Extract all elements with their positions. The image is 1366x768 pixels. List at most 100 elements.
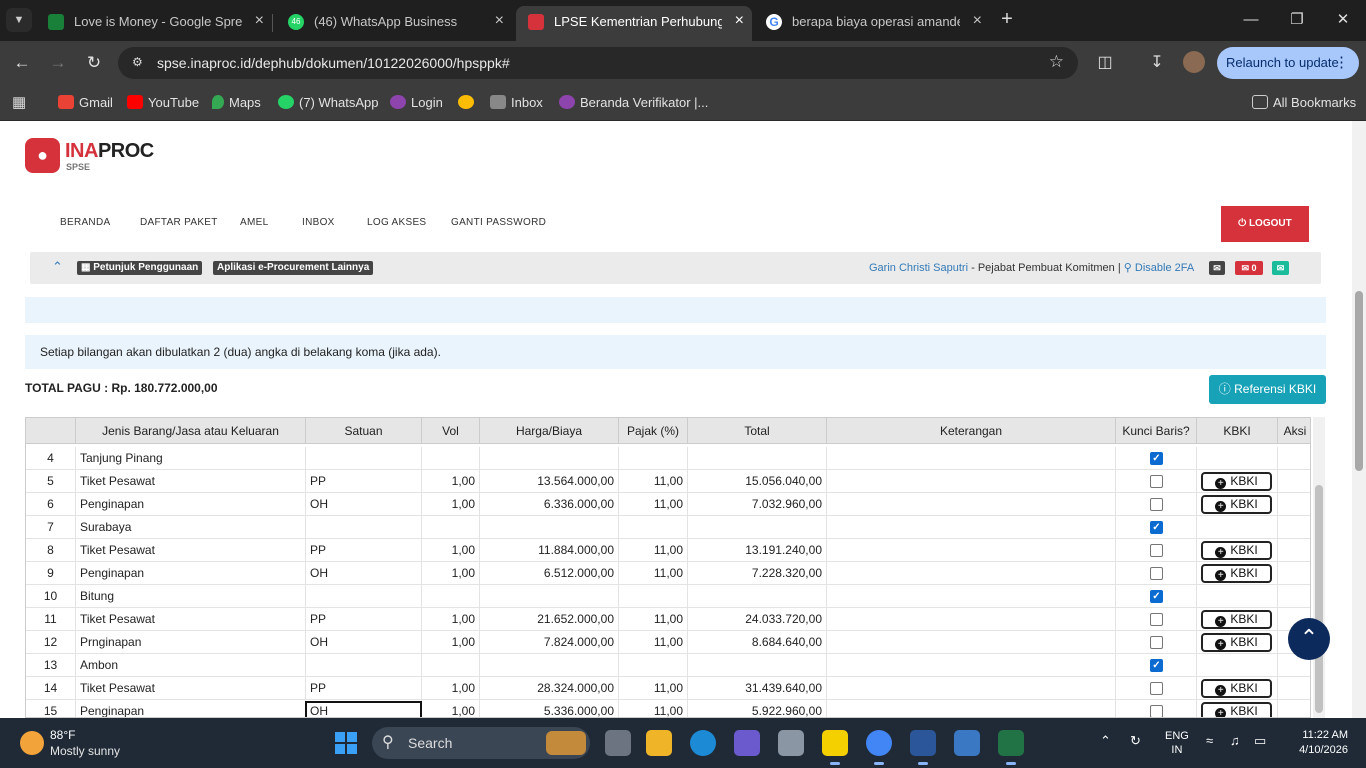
language-indicator[interactable]: ENG IN bbox=[1165, 729, 1189, 757]
cell-jenis[interactable]: Tiket Pesawat bbox=[76, 470, 306, 493]
cell-keterangan[interactable] bbox=[827, 608, 1116, 631]
kbki-button[interactable]: + KBKI bbox=[1201, 633, 1272, 652]
lock-row-checkbox[interactable] bbox=[1150, 636, 1163, 649]
col-header-vol[interactable]: Vol bbox=[422, 418, 480, 444]
cell-total[interactable] bbox=[688, 447, 827, 470]
nav-amel[interactable]: AMEL bbox=[240, 217, 268, 228]
cell-harga[interactable]: 6.336.000,00 bbox=[480, 493, 619, 516]
kbki-button[interactable]: + KBKI bbox=[1201, 564, 1272, 583]
apps-link[interactable]: Aplikasi e-Procurement Lainnya bbox=[213, 261, 374, 275]
cell-satuan[interactable]: PP bbox=[306, 677, 422, 700]
lock-row-checkbox-checked[interactable]: ✓ bbox=[1150, 452, 1163, 465]
cell-satuan[interactable]: PP bbox=[306, 608, 422, 631]
cell-aksi[interactable] bbox=[1278, 493, 1310, 516]
cell-harga[interactable]: 7.824.000,00 bbox=[480, 631, 619, 654]
cell-keterangan[interactable] bbox=[827, 447, 1116, 470]
table-row[interactable]: 14 Tiket Pesawat PP 1,00 28.324.000,00 11,00 3… bbox=[26, 677, 1310, 700]
cell-pajak[interactable]: 11,00 bbox=[619, 493, 688, 516]
bookmark-whatsapp[interactable]: (7) WhatsApp bbox=[278, 92, 378, 114]
cell-vol[interactable]: 1,00 bbox=[422, 493, 480, 516]
cell-jenis[interactable]: Bitung bbox=[76, 585, 306, 608]
new-tab-button[interactable]: + bbox=[996, 8, 1018, 32]
back-to-top-button[interactable]: ⌃ bbox=[1288, 618, 1330, 660]
cell-total[interactable]: 7.228.320,00 bbox=[688, 562, 827, 585]
cell-harga[interactable]: 11.884.000,00 bbox=[480, 539, 619, 562]
cell-pajak[interactable]: 11,00 bbox=[619, 608, 688, 631]
close-tab-icon[interactable]: × bbox=[255, 12, 264, 30]
referensi-kbki-button[interactable]: ⓘ Referensi KBKI bbox=[1209, 375, 1326, 404]
cell-pajak[interactable]: 11,00 bbox=[619, 677, 688, 700]
cell-satuan[interactable]: OH bbox=[306, 493, 422, 516]
tab-lpse[interactable]: LPSE Kementrian Perhubungan × bbox=[516, 6, 752, 41]
lock-row-checkbox-checked[interactable]: ✓ bbox=[1150, 590, 1163, 603]
windows-start-button[interactable] bbox=[335, 732, 357, 754]
lock-row-checkbox[interactable] bbox=[1150, 682, 1163, 695]
cell-aksi[interactable] bbox=[1278, 585, 1310, 608]
address-bar[interactable]: ⚙ spse.inaproc.id/dephub/dokumen/1012202… bbox=[118, 47, 1078, 79]
bookmark-photos[interactable] bbox=[458, 92, 479, 114]
site-info-icon[interactable]: ⚙ bbox=[132, 55, 148, 71]
profile-avatar[interactable] bbox=[1183, 51, 1205, 73]
table-row[interactable]: 11 Tiket Pesawat PP 1,00 21.652.000,00 11,00 2… bbox=[26, 608, 1310, 631]
cell-aksi[interactable] bbox=[1278, 470, 1310, 493]
kbki-button[interactable]: + KBKI bbox=[1201, 495, 1272, 514]
lock-row-checkbox[interactable] bbox=[1150, 475, 1163, 488]
cell-jenis[interactable]: Tiket Pesawat bbox=[76, 539, 306, 562]
user-name[interactable]: Garin Christi Saputri bbox=[869, 262, 968, 274]
cell-pajak[interactable]: 11,00 bbox=[619, 631, 688, 654]
cell-satuan[interactable] bbox=[306, 654, 422, 677]
cell-harga[interactable] bbox=[480, 516, 619, 539]
file-explorer-icon[interactable] bbox=[646, 730, 672, 756]
close-tab-icon[interactable]: × bbox=[973, 12, 982, 30]
cell-aksi[interactable] bbox=[1278, 700, 1310, 717]
cell-keterangan[interactable] bbox=[827, 654, 1116, 677]
bookmark-inbox[interactable]: Inbox bbox=[490, 92, 543, 114]
weather-desc[interactable]: Mostly sunny bbox=[50, 744, 120, 758]
sync-icon[interactable]: ↻ bbox=[1130, 733, 1141, 749]
lock-row-checkbox[interactable] bbox=[1150, 567, 1163, 580]
cell-vol[interactable]: 1,00 bbox=[422, 700, 480, 717]
nav-daftar-paket[interactable]: DAFTAR PAKET bbox=[140, 217, 218, 228]
relaunch-button[interactable]: Relaunch to update ⋮ bbox=[1217, 47, 1359, 79]
cell-satuan[interactable]: PP bbox=[306, 539, 422, 562]
cell-pajak[interactable]: 11,00 bbox=[619, 470, 688, 493]
col-header-satuan[interactable]: Satuan bbox=[306, 418, 422, 444]
cell-vol[interactable] bbox=[422, 516, 480, 539]
tab-search-button[interactable]: ▼ bbox=[6, 8, 32, 32]
cell-keterangan[interactable] bbox=[827, 677, 1116, 700]
cell-satuan[interactable]: PP bbox=[306, 470, 422, 493]
cell-harga[interactable]: 6.512.000,00 bbox=[480, 562, 619, 585]
all-bookmarks[interactable]: All Bookmarks bbox=[1252, 92, 1356, 114]
task-view-icon[interactable] bbox=[605, 730, 631, 756]
cell-satuan[interactable]: OH bbox=[306, 562, 422, 585]
cell-aksi[interactable] bbox=[1278, 562, 1310, 585]
disable-2fa-link[interactable]: Disable 2FA bbox=[1135, 262, 1194, 274]
col-header-harga[interactable]: Harga/Biaya bbox=[480, 418, 619, 444]
cell-total[interactable]: 7.032.960,00 bbox=[688, 493, 827, 516]
close-window-button[interactable]: ✕ bbox=[1320, 8, 1366, 32]
logout-button[interactable]: ⏻ LOGOUT bbox=[1221, 206, 1309, 242]
cell-vol[interactable]: 1,00 bbox=[422, 677, 480, 700]
table-scrollbar-thumb[interactable] bbox=[1315, 485, 1323, 713]
bookmark-login[interactable]: Login bbox=[390, 92, 443, 114]
cell-pajak[interactable]: 11,00 bbox=[619, 539, 688, 562]
close-tab-icon[interactable]: × bbox=[495, 12, 504, 30]
guide-link[interactable]: ▦ Petunjuk Penggunaan bbox=[77, 261, 203, 275]
excel-icon[interactable] bbox=[998, 730, 1024, 765]
taskbar-search[interactable]: ⚲ Search bbox=[372, 727, 590, 759]
cell-vol[interactable]: 1,00 bbox=[422, 631, 480, 654]
cell-jenis[interactable]: Penginapan bbox=[76, 493, 306, 516]
cell-total[interactable]: 5.922.960,00 bbox=[688, 700, 827, 717]
cell-keterangan[interactable] bbox=[827, 470, 1116, 493]
tab-google-sheets[interactable]: Love is Money - Google Spread × bbox=[36, 6, 273, 41]
cell-vol[interactable]: 1,00 bbox=[422, 562, 480, 585]
cell-vol[interactable] bbox=[422, 447, 480, 470]
tab-whatsapp[interactable]: 46 (46) WhatsApp Business × bbox=[276, 6, 512, 41]
cell-jenis[interactable]: Penginapan bbox=[76, 562, 306, 585]
cell-keterangan[interactable] bbox=[827, 585, 1116, 608]
inbox-count-badge[interactable]: ✉ 0 bbox=[1235, 261, 1263, 275]
col-header-kunci[interactable]: Kunci Baris? bbox=[1116, 418, 1197, 444]
cell-total[interactable]: 15.056.040,00 bbox=[688, 470, 827, 493]
sticky-notes-icon[interactable] bbox=[822, 730, 848, 765]
col-header-kbki[interactable]: KBKI bbox=[1197, 418, 1278, 444]
